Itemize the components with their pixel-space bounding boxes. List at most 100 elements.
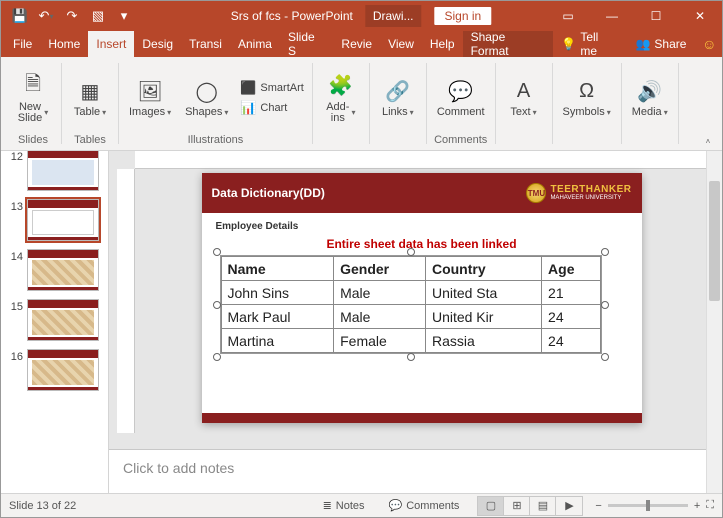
notes-icon: ≣ [323, 499, 332, 512]
thumb-number: 16 [7, 349, 23, 363]
group-slides: 🗎 New Slide▾ Slides [5, 57, 61, 150]
media-button[interactable]: 🔊 Media▾ [628, 75, 672, 120]
slide-subtitle[interactable]: Employee Details [216, 221, 299, 232]
document-title: Srs of fcs - PowerPoint [231, 9, 353, 23]
slide-counter[interactable]: Slide 13 of 22 [9, 500, 76, 512]
notes-pane[interactable]: Click to add notes [109, 449, 706, 493]
slide-canvas[interactable]: Data Dictionary(DD) TMU TEERTHANKERMAHAV… [202, 173, 642, 423]
notes-toggle[interactable]: ≣Notes [317, 499, 371, 512]
thumb-16[interactable] [27, 349, 99, 391]
images-icon: 🖼 [136, 77, 164, 105]
sign-in-button[interactable]: Sign in [434, 6, 493, 26]
zoom-out-button[interactable]: − [595, 500, 601, 512]
scrollbar-thumb[interactable] [709, 181, 720, 301]
collapse-ribbon-icon[interactable]: ˄ [706, 137, 711, 146]
media-icon: 🔊 [636, 77, 664, 105]
thumb-14[interactable] [27, 249, 99, 291]
ribbon-tabs: File Home Insert Desig Transi Anima Slid… [1, 31, 722, 57]
zoom-slider[interactable] [608, 504, 688, 507]
tab-insert[interactable]: Insert [88, 31, 134, 57]
quick-access-toolbar: 💾 ↶▾ ↷ ▧ ▾ [1, 5, 135, 27]
slide-thumbnails-pane[interactable]: 12 13 14 15 16 [1, 151, 109, 493]
slide-header: Data Dictionary(DD) TMU TEERTHANKERMAHAV… [202, 173, 642, 213]
close-icon[interactable]: ✕ [678, 1, 722, 31]
view-buttons: ▢ ⊞ ▤ ▶ [477, 496, 583, 516]
thumb-number: 12 [7, 151, 23, 163]
thumb-13[interactable] [27, 199, 99, 241]
slide-editor[interactable]: Data Dictionary(DD) TMU TEERTHANKERMAHAV… [109, 151, 722, 493]
images-button[interactable]: 🖼 Images▾ [125, 75, 175, 120]
share-button[interactable]: 👥Share [625, 31, 696, 57]
chart-button[interactable]: 📊Chart [238, 99, 305, 117]
employee-table[interactable]: NameGenderCountryAge John SinsMaleUnited… [221, 256, 601, 353]
tab-review[interactable]: Revie [333, 31, 380, 57]
group-media: 🔊 Media▾ [622, 57, 678, 150]
new-slide-icon: 🗎 [19, 72, 47, 100]
redo-icon[interactable]: ↷ [61, 5, 83, 27]
comments-icon: 💬 [389, 499, 403, 512]
tab-help[interactable]: Help [422, 31, 463, 57]
smartart-button[interactable]: ⬛SmartArt [238, 79, 305, 97]
tab-animations[interactable]: Anima [230, 31, 280, 57]
links-icon: 🔗 [384, 77, 412, 105]
feedback-smile-icon[interactable]: ☺ [696, 31, 722, 57]
links-button[interactable]: 🔗 Links▾ [376, 75, 420, 120]
tab-shape-format[interactable]: Shape Format [463, 31, 554, 57]
thumb-15[interactable] [27, 299, 99, 341]
ribbon-options-icon[interactable]: ▭ [546, 1, 590, 31]
thumb-12[interactable] [27, 151, 99, 191]
text-button[interactable]: A Text▾ [502, 75, 546, 120]
table-icon: ▦ [76, 77, 104, 105]
comment-icon: 💬 [447, 77, 475, 105]
thumb-number: 15 [7, 299, 23, 313]
university-logo: TMU TEERTHANKERMAHAVEER UNIVERSITY [526, 183, 631, 203]
group-tables: ▦ Table▾ Tables [62, 57, 118, 150]
tab-file[interactable]: File [5, 31, 40, 57]
fit-to-window-icon[interactable]: ⛶ [706, 499, 714, 512]
reading-view-icon[interactable]: ▤ [530, 497, 556, 515]
horizontal-ruler [135, 151, 706, 169]
title-bar: 💾 ↶▾ ↷ ▧ ▾ Srs of fcs - PowerPoint Drawi… [1, 1, 722, 31]
start-from-beginning-icon[interactable]: ▧ [87, 5, 109, 27]
tab-home[interactable]: Home [40, 31, 88, 57]
embedded-table-object[interactable]: NameGenderCountryAge John SinsMaleUnited… [220, 255, 602, 354]
normal-view-icon[interactable]: ▢ [478, 497, 504, 515]
tab-slideshow[interactable]: Slide S [280, 31, 333, 57]
tell-me[interactable]: 💡Tell me [553, 31, 625, 57]
minimize-icon[interactable]: — [590, 1, 634, 31]
slideshow-view-icon[interactable]: ▶ [556, 497, 582, 515]
qat-customize-icon[interactable]: ▾ [113, 5, 135, 27]
slide-title[interactable]: Data Dictionary(DD) [212, 186, 325, 200]
zoom-in-button[interactable]: + [694, 500, 700, 512]
table-button[interactable]: ▦ Table▾ [68, 75, 112, 120]
text-icon: A [510, 77, 538, 105]
group-symbols: Ω Symbols▾ [553, 57, 621, 150]
group-comments: 💬 Comment Comments [427, 57, 495, 150]
vertical-scrollbar[interactable] [706, 151, 722, 493]
group-text: A Text▾ [496, 57, 552, 150]
maximize-icon[interactable]: ☐ [634, 1, 678, 31]
tab-transitions[interactable]: Transi [181, 31, 230, 57]
comment-button[interactable]: 💬 Comment [433, 75, 489, 120]
zoom-control[interactable]: − + ⛶ [595, 499, 714, 512]
symbols-button[interactable]: Ω Symbols▾ [559, 75, 615, 120]
comments-toggle[interactable]: 💬Comments [383, 499, 466, 512]
save-icon[interactable]: 💾 [9, 5, 31, 27]
shapes-button[interactable]: ◯ Shapes▾ [181, 75, 232, 120]
undo-icon[interactable]: ↶▾ [35, 5, 57, 27]
status-bar: Slide 13 of 22 ≣Notes 💬Comments ▢ ⊞ ▤ ▶ … [1, 493, 722, 517]
addins-button[interactable]: 🧩 Add- ins▾ [319, 70, 363, 126]
smartart-icon: ⬛ [240, 80, 256, 96]
group-label-illustrations: Illustrations [188, 134, 244, 148]
group-illustrations: 🖼 Images▾ ◯ Shapes▾ ⬛SmartArt 📊Chart Ill… [119, 57, 312, 150]
work-area: 12 13 14 15 16 Data Dictionary(DD) TMU T… [1, 151, 722, 493]
tab-design[interactable]: Desig [134, 31, 181, 57]
new-slide-button[interactable]: 🗎 New Slide▾ [11, 70, 55, 126]
group-addins: 🧩 Add- ins▾ [313, 57, 369, 150]
tab-view[interactable]: View [380, 31, 422, 57]
sorter-view-icon[interactable]: ⊞ [504, 497, 530, 515]
group-links: 🔗 Links▾ [370, 57, 426, 150]
symbols-icon: Ω [573, 77, 601, 105]
slide-footer-bar [202, 413, 642, 423]
group-label-comments: Comments [434, 134, 487, 148]
